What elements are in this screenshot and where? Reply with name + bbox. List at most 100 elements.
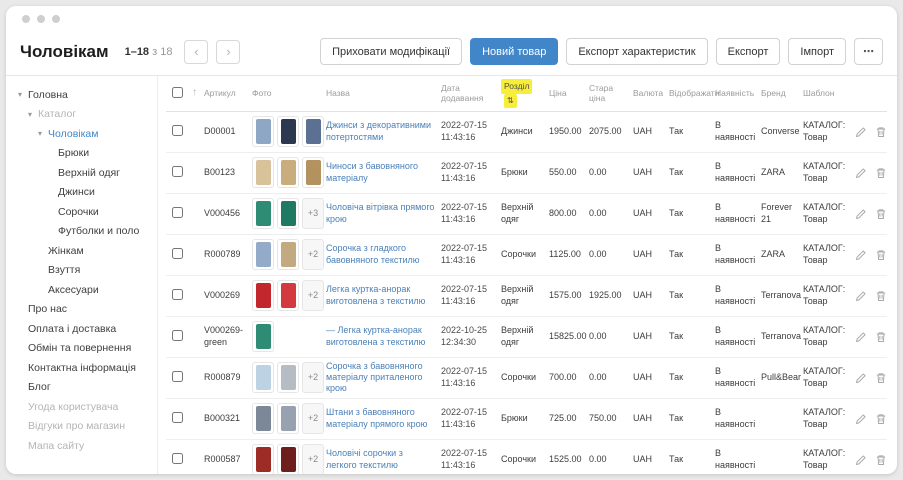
row-checkbox[interactable] [172,125,183,136]
column-header-visible[interactable]: Відображати [669,85,715,102]
sidebar-item[interactable]: Мапа сайту [6,436,157,456]
product-photo[interactable] [252,198,274,229]
edit-icon[interactable] [855,413,867,425]
product-name-link[interactable]: Штани з бавовняного матеріалу прямого кр… [326,407,427,428]
row-checkbox[interactable] [172,166,183,177]
more-photos-badge[interactable]: +3 [302,198,324,229]
more-actions-button[interactable]: ⋯ [854,38,883,65]
edit-icon[interactable] [855,208,867,220]
edit-icon[interactable] [855,331,867,343]
product-photo[interactable] [252,444,274,474]
column-header-old_price[interactable]: Стара ціна [589,80,633,107]
product-photo[interactable] [277,280,299,311]
sidebar-item[interactable]: Блог [6,378,157,398]
table-row[interactable]: R000789+2Сорочка з гладкого бавовняного … [166,235,887,276]
window-maximize-icon[interactable] [52,15,60,23]
table-row[interactable]: R000587+2Чоловічі сорочки з легкого текс… [166,440,887,474]
edit-icon[interactable] [855,126,867,138]
trash-icon[interactable] [875,167,887,179]
sidebar-item[interactable]: Брюки [6,144,157,164]
table-row[interactable]: V000269-green— Легка куртка-анорак вигот… [166,317,887,358]
window-close-icon[interactable] [22,15,30,23]
column-header-currency[interactable]: Валюта [633,85,669,102]
product-name-link[interactable]: Легка куртка-анорак виготовлена з тексти… [326,284,425,305]
sidebar-item[interactable]: Контактна інформація [6,358,157,378]
sort-direction-icon[interactable]: ↑ [192,84,204,103]
column-header-price[interactable]: Ціна [549,85,589,102]
sidebar-item[interactable]: Угода користувача [6,397,157,417]
sidebar-item[interactable]: Оплата і доставка [6,319,157,339]
product-name-link[interactable]: Джинси з декоративними потертостями [326,120,431,141]
product-name-link[interactable]: Сорочка з гладкого бавовняного текстилю [326,243,420,264]
table-row[interactable]: R000879+2Сорочка з бавовняного матеріалу… [166,358,887,399]
row-checkbox[interactable] [172,330,183,341]
column-header-name[interactable]: Назва [326,85,441,102]
trash-icon[interactable] [875,126,887,138]
product-photo[interactable] [252,321,274,352]
product-photo[interactable] [277,403,299,434]
trash-icon[interactable] [875,290,887,302]
trash-icon[interactable] [875,249,887,261]
column-header-stock[interactable]: Наявність [715,85,761,102]
product-name-link[interactable]: Чоловіча вітрівка прямого крою [326,202,434,223]
product-photo[interactable] [252,362,274,393]
row-checkbox[interactable] [172,412,183,423]
pagination-prev-button[interactable]: ‹ [184,40,208,64]
product-photo[interactable] [277,116,299,147]
table-row[interactable]: D00001Джинси з декоративними потертостям… [166,112,887,153]
new-product-button[interactable]: Новий товар [470,38,558,65]
sidebar-item[interactable]: Відгуки про магазин [6,417,157,437]
column-header-photo[interactable]: Фото [252,85,326,102]
sidebar-item[interactable]: Верхній одяг [6,163,157,183]
sort-toggle-icon[interactable]: ⇅ [504,94,517,108]
edit-icon[interactable] [855,249,867,261]
more-photos-badge[interactable]: +2 [302,444,324,474]
trash-icon[interactable] [875,372,887,384]
sidebar-item[interactable]: ▾Чоловікам [6,124,157,144]
sidebar-item[interactable]: ▾Каталог [6,105,157,125]
trash-icon[interactable] [875,454,887,466]
edit-icon[interactable] [855,454,867,466]
row-checkbox[interactable] [172,371,183,382]
column-header-brand[interactable]: Бренд [761,85,803,102]
more-photos-badge[interactable]: +2 [302,239,324,270]
select-all-checkbox[interactable] [172,87,183,98]
product-name-link[interactable]: Сорочка з бавовняного матеріалу притален… [326,361,423,394]
product-photo[interactable] [252,280,274,311]
trash-icon[interactable] [875,331,887,343]
more-photos-badge[interactable]: +2 [302,403,324,434]
sidebar-item[interactable]: Жінкам [6,241,157,261]
sidebar-item[interactable]: Джинси [6,183,157,203]
table-row[interactable]: V000456+3Чоловіча вітрівка прямого крою2… [166,194,887,235]
row-checkbox[interactable] [172,453,183,464]
sidebar-item[interactable]: Сорочки [6,202,157,222]
edit-icon[interactable] [855,290,867,302]
product-photo[interactable] [252,116,274,147]
hide-modifications-button[interactable]: Приховати модифікації [320,38,462,65]
column-header-date[interactable]: Дата додавання [441,80,501,107]
trash-icon[interactable] [875,208,887,220]
sidebar-item[interactable]: Обмін та повернення [6,339,157,359]
trash-icon[interactable] [875,413,887,425]
product-photo[interactable] [252,157,274,188]
sidebar-item[interactable]: Аксесуари [6,280,157,300]
row-checkbox[interactable] [172,207,183,218]
edit-icon[interactable] [855,167,867,179]
product-photo[interactable] [277,444,299,474]
row-checkbox[interactable] [172,248,183,259]
product-photo[interactable] [277,239,299,270]
sidebar-item[interactable]: Футболки и поло [6,222,157,242]
window-minimize-icon[interactable] [37,15,45,23]
sidebar-item[interactable]: ▾Головна [6,85,157,105]
import-button[interactable]: Імпорт [788,38,846,65]
product-name-link[interactable]: — Легка куртка-анорак виготовлена з текс… [326,325,425,346]
export-characteristics-button[interactable]: Експорт характеристик [566,38,707,65]
product-photo[interactable] [302,116,324,147]
product-name-link[interactable]: Чоловічі сорочки з легкого текстилю [326,448,403,469]
table-row[interactable]: B000321+2Штани з бавовняного матеріалу п… [166,399,887,440]
row-checkbox[interactable] [172,289,183,300]
product-photo[interactable] [277,362,299,393]
column-header-template[interactable]: Шаблон [803,85,855,102]
more-photos-badge[interactable]: +2 [302,362,324,393]
sidebar-item[interactable]: Взуття [6,261,157,281]
